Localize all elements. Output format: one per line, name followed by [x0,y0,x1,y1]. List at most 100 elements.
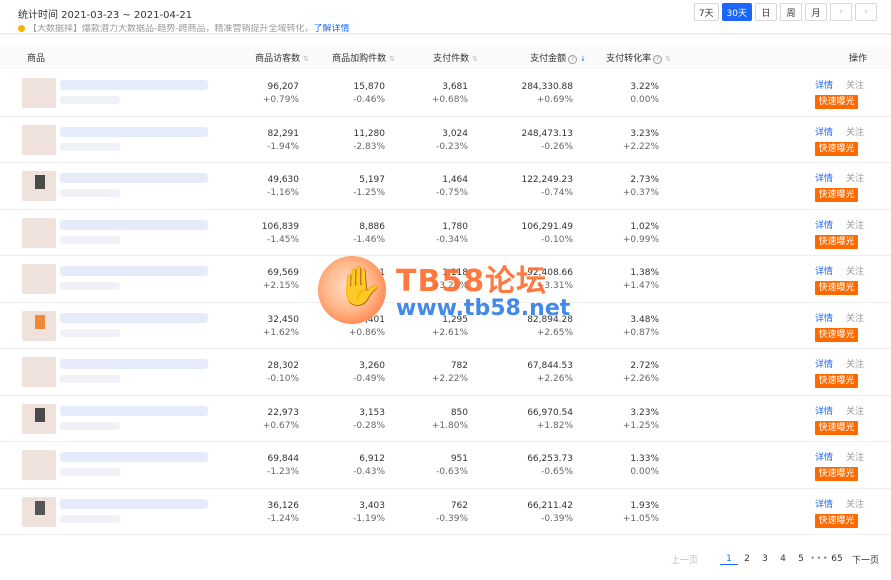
follow-link[interactable]: 关注 [846,218,864,231]
product-title-blurred[interactable] [60,266,208,276]
quick-expose-button[interactable]: 快速曝光 [815,95,858,109]
product-title-blurred[interactable] [60,405,208,416]
cell-conversion: 1.38% +1.47% [623,267,659,293]
detail-link[interactable]: 详情 [815,404,833,417]
change: -0.39% [541,513,573,524]
page-5-button[interactable]: 5 [792,554,810,564]
page-last-button[interactable]: 65 [828,554,846,564]
follow-link[interactable]: 关注 [846,125,864,138]
quick-expose-button[interactable]: 快速曝光 [815,188,858,202]
value: 32,450 [267,314,300,325]
follow-link[interactable]: 关注 [846,264,864,277]
follow-link[interactable]: 关注 [846,357,864,370]
page-1-button[interactable]: 1 [719,554,738,565]
quick-expose-button[interactable]: 快速曝光 [815,513,858,528]
help-icon: ? [653,55,663,64]
cell-conversion: 3.48% +0.87% [623,314,659,340]
change: -0.43% [353,467,385,477]
next-page-button[interactable]: 下一页 [852,553,879,566]
cell-pay-amount: 106,291.49 -0.10% [521,221,573,247]
detail-link[interactable]: 详情 [815,450,833,463]
value: 8,886 [359,221,385,232]
period-7d-button[interactable]: 7天 [693,3,719,21]
follow-link[interactable]: 关注 [846,78,864,91]
product-thumbnail[interactable] [22,357,56,387]
product-thumbnail[interactable] [22,78,56,108]
product-thumbnail[interactable] [22,450,56,480]
quick-expose-button[interactable]: 快速曝光 [815,467,858,481]
follow-link[interactable]: 关注 [846,404,864,417]
follow-link[interactable]: 关注 [846,450,864,463]
detail-link[interactable]: 详情 [815,497,833,510]
product-title-blurred[interactable] [60,498,208,509]
prev-page-button[interactable]: 上一页 [671,553,698,566]
detail-link[interactable]: 详情 [815,171,833,184]
chevron-left-icon[interactable]: ‹ [830,3,852,21]
product-title-blurred[interactable] [60,80,208,90]
col-conversion[interactable]: 支付转化率? ⇅ [606,51,671,64]
detail-link[interactable]: 详情 [815,264,833,277]
product-thumbnail[interactable] [22,264,56,294]
follow-link[interactable]: 关注 [846,311,864,324]
value: 28,302 [267,361,300,371]
change: -0.46% [353,95,385,105]
product-title-blurred[interactable] [60,173,208,183]
col-product: 商品 [27,54,46,64]
product-title-blurred[interactable] [60,452,208,462]
notice-dot-icon [18,25,25,32]
product-title-blurred[interactable] [60,312,208,323]
value: 951 [450,454,468,464]
change: -1.25% [353,188,385,198]
change: +0.69% [536,95,573,105]
table-row: 36,126 -1.24% 3,403 -1.19% 762 -0.39% 66,211.4… [0,489,891,535]
table-row: 106,839 -1.45% 8,886 -1.46% 1,780 -0.34% 106,2… [0,210,891,256]
chevron-right-icon[interactable]: › [855,3,877,21]
product-thumbnail[interactable] [22,171,56,201]
period-week-button[interactable]: 周 [780,3,802,21]
period-30d-button[interactable]: 30天 [721,3,752,21]
detail-link[interactable]: 详情 [815,311,833,324]
product-subtitle-blurred [60,282,120,290]
detail-link[interactable]: 详情 [815,357,833,370]
product-thumbnail[interactable] [22,496,56,527]
product-image-mark [35,500,45,515]
quick-expose-button[interactable]: 快速曝光 [815,234,858,249]
table-row: 96,207 +0.79% 15,870 -0.46% 3,681 +0.68% 284,3… [0,70,891,117]
product-title-blurred[interactable] [60,219,208,230]
period-month-button[interactable]: 月 [805,3,827,21]
col-pay-items[interactable]: 支付件数 ⇅ [433,51,478,64]
follow-link[interactable]: 关注 [846,171,864,184]
table-row: 82,291 -1.94% 11,280 -2.83% 3,024 -0.23% 248,4… [0,117,891,163]
quick-expose-button[interactable]: 快速曝光 [815,374,858,388]
help-icon: ? [568,55,578,64]
cell-pay-amount: 66,253.73 -0.65% [527,453,573,479]
cell-pay-amount: 248,473.13 -0.26% [521,128,573,154]
col-cart[interactable]: 商品加购件数 ⇅ [332,51,395,64]
product-thumbnail[interactable] [22,310,56,341]
quick-expose-button[interactable]: 快速曝光 [815,281,858,295]
detail-link[interactable]: 详情 [815,218,833,231]
quick-expose-button[interactable]: 快速曝光 [815,420,858,435]
period-day-button[interactable]: 日 [755,3,777,21]
cell-visitors: 106,839 -1.45% [262,221,299,247]
cell-pay-items: 1,464 -0.75% [436,174,468,200]
quick-expose-button[interactable]: 快速曝光 [815,327,858,342]
col-visitors[interactable]: 商品访客数 ⇅ [255,51,309,64]
change: -0.28% [353,420,385,431]
product-title-blurred[interactable] [60,359,208,369]
page-2-button[interactable]: 2 [738,554,756,564]
follow-link[interactable]: 关注 [846,497,864,510]
sort-desc-icon: ↓ [580,55,586,63]
page-3-button[interactable]: 3 [756,554,774,564]
page-4-button[interactable]: 4 [774,554,792,564]
detail-link[interactable]: 详情 [815,78,833,91]
change: +0.37% [622,188,659,198]
detail-link[interactable]: 详情 [815,125,833,138]
quick-expose-button[interactable]: 快速曝光 [815,141,858,156]
product-thumbnail[interactable] [22,217,56,248]
product-title-blurred[interactable] [60,126,208,137]
product-thumbnail[interactable] [22,403,56,434]
col-pay-amount[interactable]: 支付金额? ↓ [530,51,586,64]
cell-cart: 3,153 -0.28% [353,407,385,433]
product-thumbnail[interactable] [22,124,56,155]
